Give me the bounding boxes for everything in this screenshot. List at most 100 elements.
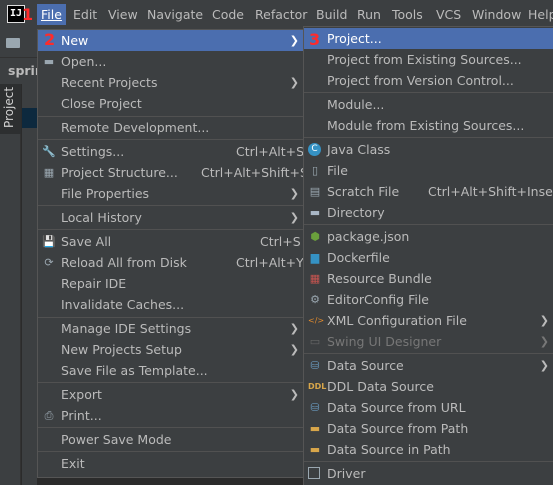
new-editorconfig-label: EditorConfig File [327, 292, 429, 307]
new-file-item[interactable]: ▯ File [304, 160, 553, 181]
new-module-item[interactable]: Module... [304, 94, 553, 115]
printer-icon: ⎙ [44, 409, 54, 422]
menu-view[interactable]: View [108, 7, 138, 22]
new-editorconfig-item[interactable]: ⚙ EditorConfig File [304, 289, 553, 310]
tool-window-stripe: Project [0, 84, 21, 485]
file-invalidate-caches-label: Invalidate Caches... [61, 297, 185, 312]
menu-code[interactable]: Code [212, 7, 244, 22]
file-power-save-item[interactable]: Power Save Mode [38, 429, 303, 450]
new-file-label: File [327, 163, 348, 178]
new-project-item[interactable]: Project... [304, 28, 553, 49]
new-ddl-data-source-item[interactable]: DDL DDL Data Source [304, 376, 553, 397]
project-tree-selected-row[interactable] [22, 108, 37, 128]
file-export-label: Export [61, 387, 102, 402]
file-print-item[interactable]: ⎙ Print... [38, 405, 303, 426]
file-settings-item[interactable]: 🔧 Settings... Ctrl+Alt+S [38, 141, 305, 162]
file-export-item[interactable]: Export ❯ [38, 384, 303, 405]
menu-help[interactable]: Help [528, 7, 553, 22]
file-power-save-label: Power Save Mode [61, 432, 172, 447]
file-save-as-template-item[interactable]: Save File as Template... [38, 360, 303, 381]
file-local-history-item[interactable]: Local History ❯ [38, 207, 303, 228]
file-open-item[interactable]: ▬ Open... [38, 51, 303, 72]
menu-edit[interactable]: Edit [73, 7, 97, 22]
file-save-all-item[interactable]: 💾 Save All Ctrl+S [38, 231, 303, 252]
menu-separator [304, 224, 553, 225]
breadcrumb[interactable]: sprin [0, 58, 44, 84]
file-open-label: Open... [61, 54, 107, 69]
new-xml-config-item[interactable]: </> XML Configuration File ❯ [304, 310, 553, 331]
new-ds-from-path-item[interactable]: ▬ Data Source from Path [304, 418, 553, 439]
new-project-label: Project... [327, 31, 382, 46]
project-tool-tab[interactable]: Project [0, 84, 21, 134]
menu-run[interactable]: Run [357, 7, 381, 22]
file-repair-ide-item[interactable]: Repair IDE [38, 273, 303, 294]
file-project-structure-label: Project Structure... [61, 165, 178, 180]
file-close-project-item[interactable]: Close Project [38, 93, 303, 114]
gear-icon: ⚙ [310, 293, 320, 306]
new-java-class-label: Java Class [327, 142, 391, 157]
submenu-arrow-icon: ❯ [539, 335, 549, 348]
new-project-from-existing-item[interactable]: Project from Existing Sources... [304, 49, 553, 70]
submenu-arrow-icon: ❯ [289, 388, 299, 401]
reload-icon: ⟳ [44, 256, 54, 269]
new-ds-in-path-item[interactable]: ▬ Data Source in Path [304, 439, 553, 460]
file-manage-ide-settings-item[interactable]: Manage IDE Settings ❯ [38, 318, 303, 339]
file-settings-label: Settings... [61, 144, 125, 159]
new-dockerfile-item[interactable]: ▆ Dockerfile [304, 247, 553, 268]
new-ds-in-path-label: Data Source in Path [327, 442, 451, 457]
new-data-source-item[interactable]: ⛁ Data Source ❯ [304, 355, 553, 376]
submenu-arrow-icon: ❯ [289, 187, 299, 200]
new-ddl-data-source-label: DDL Data Source [327, 379, 434, 394]
file-project-structure-item[interactable]: ▦ Project Structure... Ctrl+Alt+Shift+S [38, 162, 308, 183]
new-project-from-vcs-item[interactable]: Project from Version Control... [304, 70, 553, 91]
new-package-json-item[interactable]: ⬢ package.json [304, 226, 553, 247]
step-badge-3: 3 [309, 30, 321, 49]
new-module-label: Module... [327, 97, 385, 112]
menu-navigate[interactable]: Navigate [147, 7, 203, 22]
new-resource-bundle-item[interactable]: ▦ Resource Bundle [304, 268, 553, 289]
step-badge-2: 2 [44, 30, 56, 49]
new-driver-item[interactable]: Driver [304, 463, 553, 484]
file-icon: ▯ [311, 164, 319, 177]
file-local-history-label: Local History [61, 210, 142, 225]
new-swing-ui-label: Swing UI Designer [327, 334, 442, 349]
new-xml-config-label: XML Configuration File [327, 313, 467, 328]
submenu-arrow-icon: ❯ [539, 359, 549, 372]
new-ds-from-path-label: Data Source from Path [327, 421, 469, 436]
new-directory-item[interactable]: ▬ Directory [304, 202, 553, 223]
menu-separator [38, 205, 303, 206]
open-folder-icon[interactable] [6, 38, 20, 48]
submenu-arrow-icon: ❯ [289, 322, 299, 335]
file-remote-development-label: Remote Development... [61, 120, 210, 135]
menu-vcs[interactable]: VCS [436, 7, 461, 22]
menu-refactor[interactable]: Refactor [255, 7, 307, 22]
file-save-as-template-label: Save File as Template... [61, 363, 208, 378]
new-submenu: Project... Project from Existing Sources… [303, 26, 553, 485]
file-reload-item[interactable]: ⟳ Reload All from Disk Ctrl+Alt+Y [38, 252, 303, 273]
save-all-shortcut: Ctrl+S [260, 234, 301, 249]
file-new-item[interactable]: New ❯ [38, 30, 303, 51]
new-swing-ui-item[interactable]: ▭ Swing UI Designer ❯ [304, 331, 553, 352]
menu-separator [38, 139, 303, 140]
new-resource-bundle-label: Resource Bundle [327, 271, 432, 286]
file-new-projects-setup-item[interactable]: New Projects Setup ❯ [38, 339, 303, 360]
new-scratch-file-item[interactable]: ▤ Scratch File Ctrl+Alt+Shift+Insert [304, 181, 553, 202]
folder-database-icon: ▬ [309, 443, 321, 456]
settings-shortcut: Ctrl+Alt+S [236, 144, 305, 159]
file-menu: New ❯ ▬ Open... Recent Projects ❯ Close Pro… [37, 29, 308, 478]
new-java-class-item[interactable]: C Java Class [304, 139, 553, 160]
file-exit-item[interactable]: Exit [38, 453, 303, 474]
file-remote-development-item[interactable]: Remote Development... [38, 117, 303, 138]
menu-file[interactable]: File [37, 4, 66, 25]
menu-tools[interactable]: Tools [392, 7, 423, 22]
new-ds-from-url-item[interactable]: ⛁ Data Source from URL [304, 397, 553, 418]
file-invalidate-caches-item[interactable]: Invalidate Caches... [38, 294, 303, 315]
submenu-arrow-icon: ❯ [289, 76, 299, 89]
menu-build[interactable]: Build [316, 7, 347, 22]
file-properties-item[interactable]: File Properties ❯ [38, 183, 303, 204]
file-recent-projects-item[interactable]: Recent Projects ❯ [38, 72, 303, 93]
reload-shortcut: Ctrl+Alt+Y [236, 255, 304, 270]
file-close-project-label: Close Project [61, 96, 142, 111]
new-module-from-existing-item[interactable]: Module from Existing Sources... [304, 115, 553, 136]
menu-window[interactable]: Window [472, 7, 521, 22]
